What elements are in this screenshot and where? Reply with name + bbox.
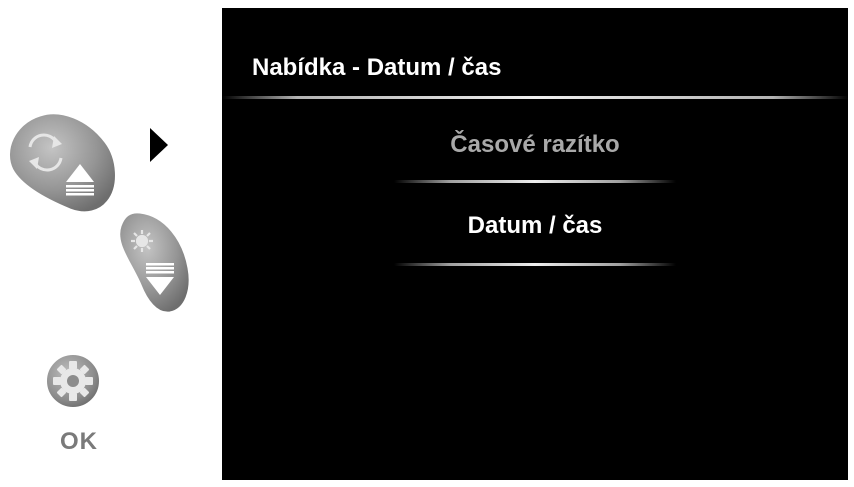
menu-divider — [394, 263, 676, 266]
device-control-panel: OK — [0, 0, 222, 487]
ok-button[interactable] — [45, 353, 101, 409]
brightness-icon — [131, 230, 153, 252]
device-screen: Nabídka - Datum / čas Časové razítko Dat… — [222, 8, 848, 480]
down-button[interactable] — [117, 210, 192, 315]
right-pointer-icon — [150, 128, 168, 162]
up-button[interactable] — [7, 111, 118, 215]
menu-title: Nabídka - Datum / čas — [252, 54, 502, 81]
ok-label: OK — [60, 428, 98, 455]
control-buttons-graphic — [7, 111, 192, 409]
menu-item-date-time[interactable]: Datum / čas — [222, 212, 848, 240]
manual-illustration: OK Nabídka - Datum / čas Časové razítko … — [0, 0, 854, 487]
menu-item-time-stamp[interactable]: Časové razítko — [222, 131, 848, 159]
menu-divider — [394, 180, 676, 183]
title-divider — [222, 96, 848, 99]
